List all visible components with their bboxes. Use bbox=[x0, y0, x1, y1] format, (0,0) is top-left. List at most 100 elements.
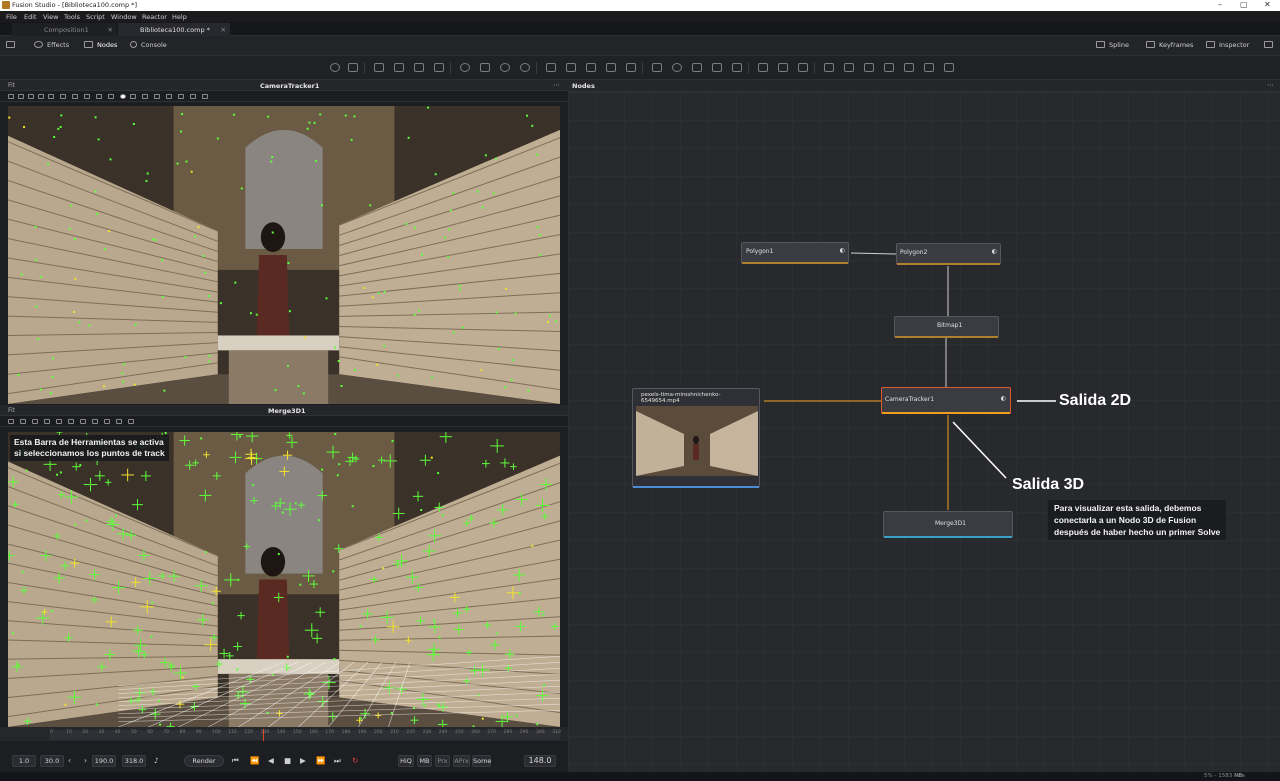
text-tool-icon[interactable] bbox=[414, 63, 424, 72]
image-plane3d-icon[interactable] bbox=[924, 63, 934, 72]
merge3d-tool-icon[interactable] bbox=[884, 63, 894, 72]
hiq-toggle[interactable]: HiQ bbox=[398, 755, 414, 767]
nodes-button[interactable]: Nodes bbox=[84, 41, 117, 49]
dot-icon[interactable] bbox=[120, 94, 126, 99]
prx-toggle[interactable]: Prx bbox=[435, 755, 450, 767]
stop-icon[interactable]: ■ bbox=[284, 756, 291, 765]
brightness-tool-icon[interactable] bbox=[500, 63, 510, 72]
menu-edit[interactable]: Edit bbox=[24, 13, 37, 21]
viewer2-image[interactable]: Esta Barra de Herramientas se activa si … bbox=[8, 432, 560, 727]
tab-composition1[interactable]: Composition1 ✕ bbox=[12, 23, 117, 36]
visibility-icon[interactable] bbox=[84, 94, 90, 99]
node-media-in[interactable]: pexels-tima-miroshnichenko-6549654.mp4 bbox=[632, 388, 760, 488]
scale-icon[interactable] bbox=[44, 419, 50, 424]
merge-tool-icon[interactable] bbox=[394, 63, 404, 72]
pick-icon[interactable] bbox=[108, 94, 114, 99]
menu-file[interactable]: File bbox=[6, 13, 17, 21]
close-icon[interactable]: ✕ bbox=[221, 26, 226, 34]
spline-button[interactable]: Spline bbox=[1096, 41, 1129, 49]
menu-script[interactable]: Script bbox=[86, 13, 105, 21]
menu-tools[interactable]: Tools bbox=[64, 13, 80, 21]
marker-icon[interactable] bbox=[104, 419, 110, 424]
node-polygon2[interactable]: Polygon2 ◐ bbox=[896, 243, 1001, 265]
move-icon[interactable] bbox=[20, 419, 26, 424]
track-icon[interactable] bbox=[38, 94, 44, 99]
light3d-tool-icon[interactable] bbox=[944, 63, 954, 72]
shape3d-tool-icon[interactable] bbox=[824, 63, 834, 72]
node-merge3d1[interactable]: Merge3D1 bbox=[883, 511, 1013, 538]
bspline-mask-icon[interactable] bbox=[712, 63, 722, 72]
grid-icon[interactable] bbox=[142, 94, 148, 99]
track-icon[interactable] bbox=[92, 419, 98, 424]
image-tool-icon[interactable] bbox=[374, 63, 384, 72]
pointer-icon[interactable] bbox=[8, 94, 14, 99]
view-toggle-icon[interactable]: ◐ bbox=[992, 248, 997, 255]
heart-icon[interactable] bbox=[190, 94, 196, 99]
align-icon[interactable] bbox=[154, 94, 160, 99]
prev-key-icon[interactable]: ⏪ bbox=[250, 756, 259, 765]
particle-render-icon[interactable] bbox=[778, 63, 788, 72]
prev-icon[interactable]: ‹ bbox=[68, 756, 71, 765]
chat-button[interactable] bbox=[1264, 41, 1277, 49]
bitmap-mask-icon[interactable] bbox=[732, 63, 742, 72]
maximize-button[interactable]: ▢ bbox=[1240, 0, 1248, 9]
blur-tool-icon[interactable] bbox=[460, 63, 470, 72]
inspector-button[interactable]: Inspector bbox=[1206, 41, 1249, 49]
first-frame-icon[interactable]: ⏮ bbox=[232, 756, 239, 766]
close-icon[interactable]: ✕ bbox=[108, 26, 113, 34]
view-toggle-icon[interactable]: ◐ bbox=[840, 247, 845, 254]
camera3d-tool-icon[interactable] bbox=[864, 63, 874, 72]
loop-icon[interactable]: ↻ bbox=[352, 756, 358, 765]
viewer1-image[interactable] bbox=[8, 106, 560, 404]
time-ruler[interactable]: 0 10 20 30 40 50 60 70 80 90 100 110 120 130 140 150 160… bbox=[50, 730, 561, 740]
more-icon[interactable]: ⋯ bbox=[1267, 81, 1274, 89]
node-cameratracker1[interactable]: CameraTracker1 ◐ bbox=[881, 387, 1011, 414]
menu-window[interactable]: Window bbox=[111, 13, 137, 21]
render-end-field[interactable]: 318.0 bbox=[122, 755, 146, 767]
delete-icon[interactable] bbox=[48, 94, 54, 99]
render-button[interactable]: Render bbox=[184, 755, 224, 767]
play-icon[interactable]: ▶ bbox=[300, 756, 306, 765]
effects-button[interactable]: Effects bbox=[34, 41, 69, 49]
pick-icon[interactable] bbox=[56, 419, 62, 424]
snap-icon[interactable] bbox=[166, 94, 172, 99]
timeline-ruler[interactable]: 0 10 20 30 40 50 60 70 80 90 100 110 120 130 140 150 160… bbox=[0, 727, 568, 741]
render-start-field[interactable]: 190.0 bbox=[92, 755, 116, 767]
node-bitmap1[interactable]: Bitmap1 bbox=[894, 316, 999, 338]
dve-tool-icon[interactable] bbox=[606, 63, 616, 72]
menu-view[interactable]: View bbox=[43, 13, 58, 21]
particle-emitter-icon[interactable] bbox=[758, 63, 768, 72]
ellipse-mask-icon[interactable] bbox=[672, 63, 682, 72]
renderer3d-tool-icon[interactable] bbox=[904, 63, 914, 72]
color-corrector-tool-icon[interactable] bbox=[480, 63, 490, 72]
viewer2-fit-dropdown[interactable]: Fit bbox=[8, 407, 15, 414]
select-icon[interactable] bbox=[18, 94, 24, 99]
more-icon[interactable]: ⋯ bbox=[553, 81, 560, 89]
matte-tool-icon[interactable] bbox=[520, 63, 530, 72]
some-toggle[interactable]: Some bbox=[472, 755, 491, 767]
minimize-button[interactable]: – bbox=[1218, 0, 1222, 9]
step-field[interactable]: 1.0 bbox=[12, 755, 36, 767]
pointer-icon[interactable] bbox=[8, 419, 14, 424]
resize-tool-icon[interactable] bbox=[566, 63, 576, 72]
paint-tool-icon[interactable] bbox=[434, 63, 444, 72]
next-key-icon[interactable]: ⏩ bbox=[316, 756, 325, 765]
sync-icon[interactable] bbox=[80, 419, 86, 424]
crop-tool-icon[interactable] bbox=[586, 63, 596, 72]
tab-biblioteca100[interactable]: Biblioteca100.comp * ✕ bbox=[118, 23, 230, 36]
node-polygon1[interactable]: Polygon1 ◐ bbox=[741, 242, 849, 264]
rotate-icon[interactable] bbox=[32, 419, 38, 424]
node-graph[interactable]: Polygon1 ◐ Polygon2 ◐ Bitmap1 pexels-tim… bbox=[568, 92, 1280, 772]
menu-reactor[interactable]: Reactor bbox=[142, 13, 167, 21]
connect-icon[interactable] bbox=[130, 94, 136, 99]
last-frame-icon[interactable]: ⏭ bbox=[334, 756, 341, 766]
target-icon[interactable] bbox=[68, 419, 74, 424]
background-tool-icon[interactable] bbox=[330, 63, 340, 72]
keyframes-button[interactable]: Keyframes bbox=[1146, 41, 1193, 49]
aprx-toggle[interactable]: APrx bbox=[453, 755, 470, 767]
color-icon[interactable] bbox=[96, 94, 102, 99]
play-reverse-icon[interactable]: ◀ bbox=[268, 756, 274, 765]
point-icon[interactable] bbox=[178, 94, 184, 99]
particle-force-icon[interactable] bbox=[798, 63, 808, 72]
filter-icon[interactable] bbox=[116, 419, 122, 424]
